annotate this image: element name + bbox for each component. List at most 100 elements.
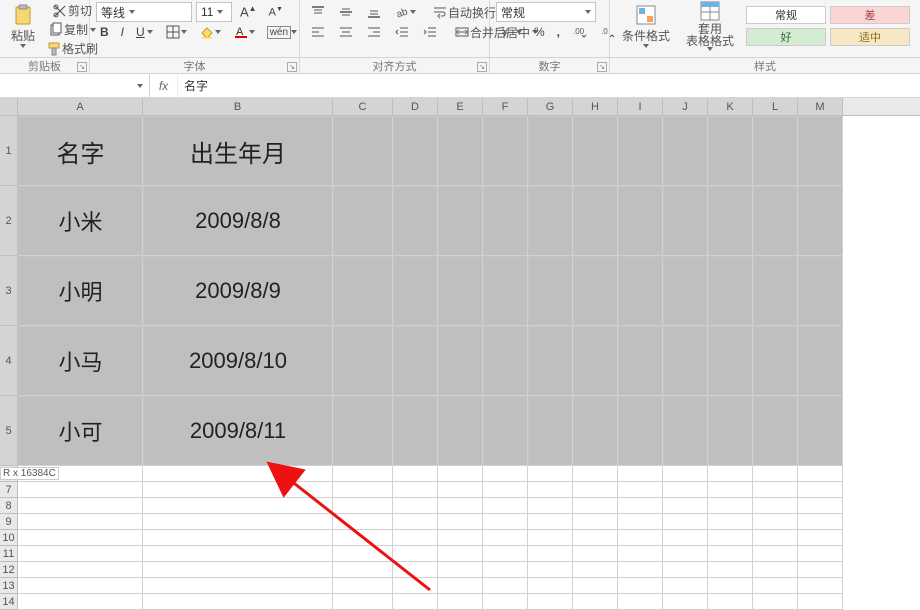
align-middle-button[interactable]: [334, 2, 358, 22]
orientation-button[interactable]: ab: [390, 2, 420, 22]
cell-M5[interactable]: [798, 396, 843, 466]
italic-button[interactable]: I: [117, 22, 128, 42]
select-all-corner[interactable]: [0, 98, 18, 115]
column-header-B[interactable]: B: [143, 98, 333, 115]
cell-B2[interactable]: 2009/8/8: [143, 186, 333, 256]
cell-L5[interactable]: [753, 396, 798, 466]
cell-A4[interactable]: 小马: [18, 326, 143, 396]
row-header-13[interactable]: 13: [0, 578, 18, 594]
cell-C5[interactable]: [333, 396, 393, 466]
cell-J9[interactable]: [663, 514, 708, 530]
cell-I10[interactable]: [618, 530, 663, 546]
cell-H1[interactable]: [573, 116, 618, 186]
cell-A1[interactable]: 名字: [18, 116, 143, 186]
cell-G8[interactable]: [528, 498, 573, 514]
number-format-select[interactable]: 常规: [496, 2, 596, 22]
cell-F5[interactable]: [483, 396, 528, 466]
cell-L13[interactable]: [753, 578, 798, 594]
cell-E1[interactable]: [438, 116, 483, 186]
cell-C7[interactable]: [333, 482, 393, 498]
style-bad[interactable]: 差: [830, 6, 910, 24]
cell-J1[interactable]: [663, 116, 708, 186]
cell-K10[interactable]: [708, 530, 753, 546]
increase-font-button[interactable]: A▲: [236, 2, 261, 22]
row-header-3[interactable]: 3: [0, 256, 18, 326]
cell-C1[interactable]: [333, 116, 393, 186]
cell-M2[interactable]: [798, 186, 843, 256]
cell-J4[interactable]: [663, 326, 708, 396]
cell-H2[interactable]: [573, 186, 618, 256]
cell-J7[interactable]: [663, 482, 708, 498]
cell-C14[interactable]: [333, 594, 393, 610]
row-header-8[interactable]: 8: [0, 498, 18, 514]
cell-L9[interactable]: [753, 514, 798, 530]
cell-M13[interactable]: [798, 578, 843, 594]
bold-button[interactable]: B: [96, 22, 113, 42]
row-header-2[interactable]: 2: [0, 186, 18, 256]
dialog-launcher-clipboard[interactable]: ↘: [77, 62, 87, 72]
cell-E9[interactable]: [438, 514, 483, 530]
cell-H11[interactable]: [573, 546, 618, 562]
cell-K6[interactable]: [708, 466, 753, 482]
cell-A10[interactable]: [18, 530, 143, 546]
cell-D10[interactable]: [393, 530, 438, 546]
cell-L12[interactable]: [753, 562, 798, 578]
cell-A8[interactable]: [18, 498, 143, 514]
cell-B3[interactable]: 2009/8/9: [143, 256, 333, 326]
cell-F4[interactable]: [483, 326, 528, 396]
decrease-font-button[interactable]: A▼: [265, 2, 287, 22]
cell-F14[interactable]: [483, 594, 528, 610]
column-header-L[interactable]: L: [753, 98, 798, 115]
row-header-10[interactable]: 10: [0, 530, 18, 546]
cell-D5[interactable]: [393, 396, 438, 466]
cell-G3[interactable]: [528, 256, 573, 326]
cell-D14[interactable]: [393, 594, 438, 610]
cell-D2[interactable]: [393, 186, 438, 256]
cell-L1[interactable]: [753, 116, 798, 186]
align-left-button[interactable]: [306, 22, 330, 42]
column-header-H[interactable]: H: [573, 98, 618, 115]
cell-B7[interactable]: [143, 482, 333, 498]
cell-A11[interactable]: [18, 546, 143, 562]
cell-D1[interactable]: [393, 116, 438, 186]
cell-J13[interactable]: [663, 578, 708, 594]
cell-E4[interactable]: [438, 326, 483, 396]
cell-L3[interactable]: [753, 256, 798, 326]
cell-K2[interactable]: [708, 186, 753, 256]
cell-D8[interactable]: [393, 498, 438, 514]
cell-I1[interactable]: [618, 116, 663, 186]
cell-M10[interactable]: [798, 530, 843, 546]
cell-M6[interactable]: [798, 466, 843, 482]
cell-G5[interactable]: [528, 396, 573, 466]
cell-E13[interactable]: [438, 578, 483, 594]
column-header-A[interactable]: A: [18, 98, 143, 115]
row-header-5[interactable]: 5: [0, 396, 18, 466]
fx-button[interactable]: fx: [150, 74, 178, 97]
cell-E3[interactable]: [438, 256, 483, 326]
cell-F1[interactable]: [483, 116, 528, 186]
cell-A9[interactable]: [18, 514, 143, 530]
cell-L7[interactable]: [753, 482, 798, 498]
cell-M11[interactable]: [798, 546, 843, 562]
cell-L10[interactable]: [753, 530, 798, 546]
cell-A14[interactable]: [18, 594, 143, 610]
cell-A12[interactable]: [18, 562, 143, 578]
cell-F9[interactable]: [483, 514, 528, 530]
underline-button[interactable]: U: [132, 22, 157, 42]
column-header-D[interactable]: D: [393, 98, 438, 115]
cell-I9[interactable]: [618, 514, 663, 530]
cell-D3[interactable]: [393, 256, 438, 326]
cell-B1[interactable]: 出生年月: [143, 116, 333, 186]
cell-I11[interactable]: [618, 546, 663, 562]
row-header-1[interactable]: 1: [0, 116, 18, 186]
cell-I4[interactable]: [618, 326, 663, 396]
cell-H13[interactable]: [573, 578, 618, 594]
column-header-M[interactable]: M: [798, 98, 843, 115]
cell-J10[interactable]: [663, 530, 708, 546]
cell-C8[interactable]: [333, 498, 393, 514]
column-header-G[interactable]: G: [528, 98, 573, 115]
cell-E12[interactable]: [438, 562, 483, 578]
cell-B12[interactable]: [143, 562, 333, 578]
cell-I14[interactable]: [618, 594, 663, 610]
row-header-11[interactable]: 11: [0, 546, 18, 562]
